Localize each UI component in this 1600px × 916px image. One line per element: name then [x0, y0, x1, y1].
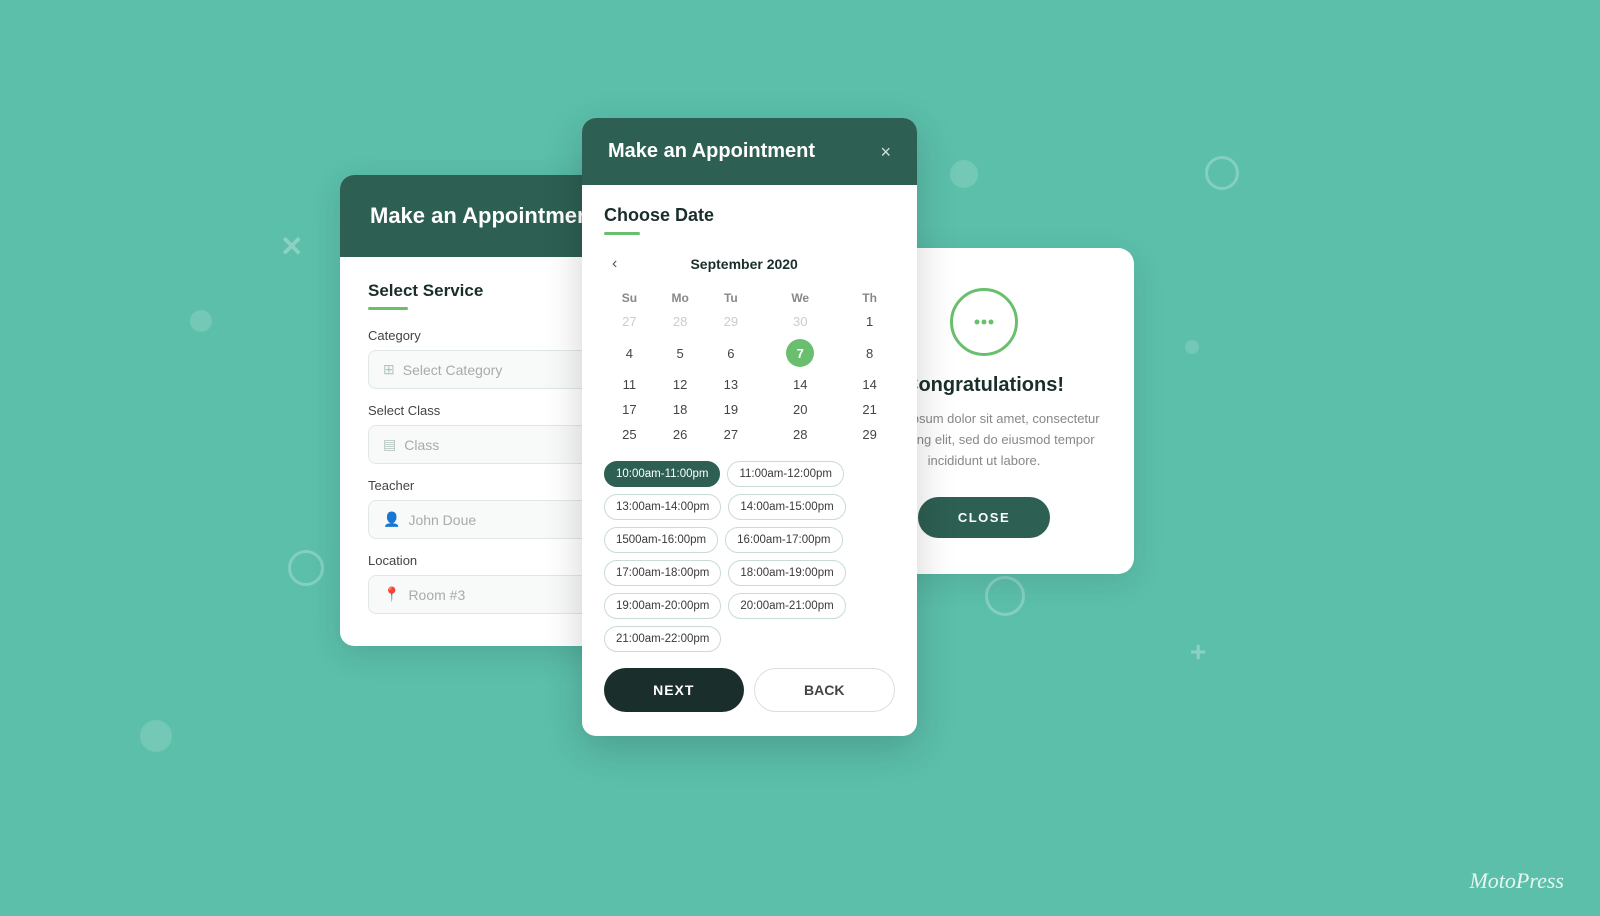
- category-placeholder: Select Category: [403, 362, 503, 378]
- prev-month-button[interactable]: ‹: [604, 251, 625, 277]
- class-placeholder: Class: [404, 437, 439, 453]
- location-placeholder: Room #3: [408, 587, 465, 603]
- cal-day[interactable]: 17: [604, 397, 655, 422]
- cal-day[interactable]: 28: [756, 422, 844, 447]
- cal-header-mo: Mo: [655, 287, 706, 309]
- cal-day[interactable]: 12: [655, 372, 706, 397]
- cal-day[interactable]: 27: [604, 309, 655, 334]
- card-calendar: Make an Appointment × Choose Date ‹ Sept…: [582, 118, 917, 736]
- deco-ring-1: [288, 550, 324, 586]
- card-calendar-body: Choose Date ‹ September 2020 Su Mo Tu We…: [582, 185, 917, 736]
- cal-day[interactable]: 5: [655, 334, 706, 372]
- cal-header-tu: Tu: [706, 287, 757, 309]
- calendar-grid: Su Mo Tu We Th 2728293014567811121314141…: [604, 287, 895, 447]
- time-slot[interactable]: 14:00am-15:00pm: [728, 494, 845, 520]
- motopress-brand: MotoPress: [1469, 868, 1564, 894]
- cal-day[interactable]: 19: [706, 397, 757, 422]
- cal-day[interactable]: 11: [604, 372, 655, 397]
- time-slot[interactable]: 18:00am-19:00pm: [728, 560, 845, 586]
- action-buttons: NEXT BACK: [604, 668, 895, 712]
- time-slot[interactable]: 1500am-16:00pm: [604, 527, 718, 553]
- cal-day[interactable]: 14: [844, 372, 895, 397]
- next-button[interactable]: NEXT: [604, 668, 744, 712]
- cal-day[interactable]: 7: [756, 334, 844, 372]
- deco-circle-5: [140, 720, 172, 752]
- cal-day[interactable]: 13: [706, 372, 757, 397]
- teacher-icon: 👤: [383, 511, 400, 528]
- cal-day[interactable]: 29: [706, 309, 757, 334]
- cal-header-we: We: [756, 287, 844, 309]
- cal-day[interactable]: 29: [844, 422, 895, 447]
- calendar-month: September 2020: [690, 256, 797, 272]
- cal-day[interactable]: 1: [844, 309, 895, 334]
- class-icon: ▤: [383, 436, 396, 453]
- congrats-close-button[interactable]: CLOSE: [918, 497, 1050, 538]
- time-slot[interactable]: 16:00am-17:00pm: [725, 527, 842, 553]
- time-slot[interactable]: 10:00am-11:00pm: [604, 461, 720, 487]
- deco-x-1: ✕: [280, 230, 303, 263]
- deco-plus-1: +: [1190, 636, 1206, 668]
- cal-day[interactable]: 8: [844, 334, 895, 372]
- cal-day[interactable]: 4: [604, 334, 655, 372]
- cal-day[interactable]: 21: [844, 397, 895, 422]
- location-icon: 📍: [383, 586, 400, 603]
- cal-day[interactable]: 30: [756, 309, 844, 334]
- deco-circle-3: [950, 160, 978, 188]
- time-slot[interactable]: 19:00am-20:00pm: [604, 593, 721, 619]
- teacher-placeholder: John Doue: [408, 512, 476, 528]
- cal-header-th: Th: [844, 287, 895, 309]
- cal-day[interactable]: 28: [655, 309, 706, 334]
- cal-day[interactable]: 20: [756, 397, 844, 422]
- card-calendar-header: Make an Appointment ×: [582, 118, 917, 185]
- card-calendar-title: Make an Appointment: [608, 140, 815, 163]
- cal-day[interactable]: 26: [655, 422, 706, 447]
- cal-header-su: Su: [604, 287, 655, 309]
- close-button-x[interactable]: ×: [880, 143, 891, 161]
- cal-day[interactable]: 6: [706, 334, 757, 372]
- deco-ring-3: [1205, 156, 1239, 190]
- deco-ring-2: [985, 576, 1025, 616]
- congrats-icon-container: [950, 288, 1018, 356]
- cal-day[interactable]: 25: [604, 422, 655, 447]
- deco-circle-4: [1185, 340, 1199, 354]
- time-slots-container: 10:00am-11:00pm 11:00am-12:00pm13:00am-14…: [604, 461, 895, 652]
- speech-bubble-icon: [950, 288, 1018, 356]
- time-slot[interactable]: 11:00am-12:00pm: [727, 461, 843, 487]
- choose-date-heading: Choose Date: [604, 205, 895, 226]
- category-icon: ⊞: [383, 361, 395, 378]
- section-underline-2: [604, 232, 640, 235]
- section-underline-1: [368, 307, 408, 310]
- back-button[interactable]: BACK: [754, 668, 896, 712]
- cal-day[interactable]: 27: [706, 422, 757, 447]
- deco-circle-1: [190, 310, 212, 332]
- time-slot[interactable]: 17:00am-18:00pm: [604, 560, 721, 586]
- calendar-nav: ‹ September 2020: [604, 251, 895, 277]
- time-slot[interactable]: 13:00am-14:00pm: [604, 494, 721, 520]
- time-slot[interactable]: 20:00am-21:00pm: [728, 593, 845, 619]
- time-slot[interactable]: 21:00am-22:00pm: [604, 626, 721, 652]
- cal-day[interactable]: 18: [655, 397, 706, 422]
- cal-day[interactable]: 14: [756, 372, 844, 397]
